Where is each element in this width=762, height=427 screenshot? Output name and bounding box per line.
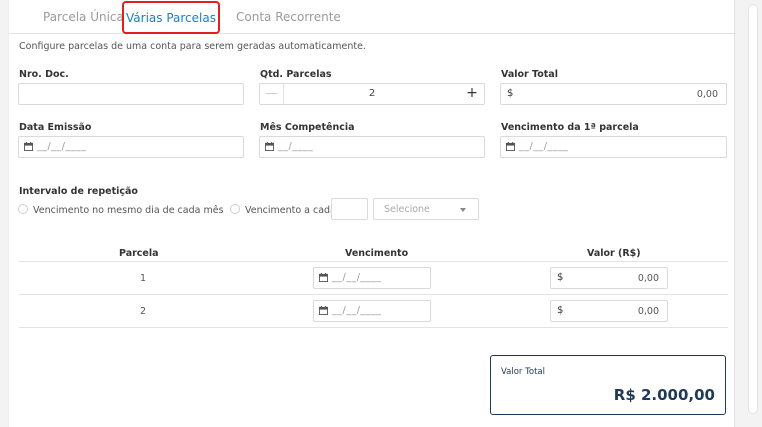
mes-competencia-placeholder: __/____	[278, 141, 314, 152]
row-valor-input[interactable]: $ 0,00	[550, 267, 668, 289]
data-emissao-placeholder: __/__/____	[37, 141, 87, 152]
calendar-icon	[319, 306, 328, 315]
currency-symbol: $	[557, 272, 564, 283]
data-emissao-label: Data Emissão	[19, 122, 92, 133]
caret-down-icon	[460, 208, 466, 212]
calendar-icon	[506, 142, 515, 151]
header-vencimento: Vencimento	[345, 248, 409, 259]
scrollbar-thumb[interactable]	[748, 4, 758, 414]
nro-doc-label: Nro. Doc.	[19, 69, 69, 80]
valor-total-value: 0,00	[696, 89, 718, 100]
header-valor: Valor (R$)	[587, 248, 641, 259]
select-placeholder: Selecione	[384, 204, 430, 215]
radio-same-day[interactable]: Vencimento no mesmo dia de cada mês	[18, 204, 224, 216]
vencimento-primeira-label: Vencimento da 1ª parcela	[501, 122, 639, 133]
vencimento-primeira-placeholder: __/__/____	[519, 141, 569, 152]
radio-same-day-label: Vencimento no mesmo dia de cada mês	[33, 205, 224, 216]
row-parcela: 1	[139, 273, 147, 284]
data-emissao-input[interactable]: __/__/____	[18, 136, 244, 158]
total-summary-label: Valor Total	[501, 367, 545, 377]
table-header: Parcela Vencimento Valor (R$)	[19, 246, 728, 262]
form-panel: Parcela Única Várias Parcelas Conta Reco…	[8, 0, 736, 427]
currency-symbol: $	[557, 305, 564, 316]
row-valor-value: 0,00	[637, 273, 659, 284]
interval-unit-select[interactable]: Selecione	[373, 198, 479, 220]
tab-conta-recorrente[interactable]: Conta Recorrente	[236, 0, 341, 34]
nro-doc-input[interactable]	[18, 83, 244, 105]
calendar-icon	[319, 273, 328, 282]
valor-total-label: Valor Total	[501, 69, 558, 80]
total-summary-card: Valor Total R$ 2.000,00	[490, 355, 726, 415]
vencimento-primeira-input[interactable]: __/__/____	[500, 136, 727, 158]
qtd-parcelas-label: Qtd. Parcelas	[260, 69, 332, 80]
mes-competencia-label: Mês Competência	[260, 122, 355, 133]
radio-circle[interactable]	[230, 204, 240, 214]
installments-table: Parcela Vencimento Valor (R$) 1 __/__/__…	[19, 246, 728, 328]
valor-total-input[interactable]: $ 0,00	[500, 83, 727, 105]
total-summary-value: R$ 2.000,00	[613, 386, 715, 404]
calendar-icon	[24, 142, 33, 151]
intervalo-label: Intervalo de repetição	[19, 186, 138, 197]
tab-varias-parcelas[interactable]: Várias Parcelas	[122, 1, 220, 34]
qtd-parcelas-stepper: — 2 +	[259, 83, 485, 105]
decrement-button[interactable]: —	[260, 84, 284, 104]
interval-number-input[interactable]	[331, 198, 368, 220]
row-parcela: 2	[139, 306, 147, 317]
table-row: 2 __/__/____ $ 0,00	[19, 295, 728, 328]
increment-button[interactable]: +	[460, 84, 484, 104]
scrollbar[interactable]	[744, 0, 762, 427]
tab-parcela-unica[interactable]: Parcela Única	[43, 0, 124, 34]
row-vencimento-placeholder: __/__/____	[332, 272, 382, 283]
row-vencimento-input[interactable]: __/__/____	[313, 300, 431, 322]
header-parcela: Parcela	[119, 248, 159, 259]
row-vencimento-placeholder: __/__/____	[332, 305, 382, 316]
row-vencimento-input[interactable]: __/__/____	[313, 267, 431, 289]
calendar-icon	[265, 142, 274, 151]
tab-bar: Parcela Única Várias Parcelas Conta Reco…	[9, 0, 736, 34]
qtd-parcelas-value[interactable]: 2	[284, 88, 460, 99]
radio-every[interactable]: Vencimento a cada	[230, 204, 336, 216]
row-valor-input[interactable]: $ 0,00	[550, 300, 668, 322]
mes-competencia-input[interactable]: __/____	[259, 136, 485, 158]
row-valor-value: 0,00	[637, 306, 659, 317]
radio-circle[interactable]	[18, 204, 28, 214]
table-row: 1 __/__/____ $ 0,00	[19, 262, 728, 295]
form-description: Configure parcelas de uma conta para ser…	[19, 41, 366, 52]
currency-symbol: $	[507, 88, 514, 99]
radio-every-label: Vencimento a cada	[245, 205, 336, 216]
